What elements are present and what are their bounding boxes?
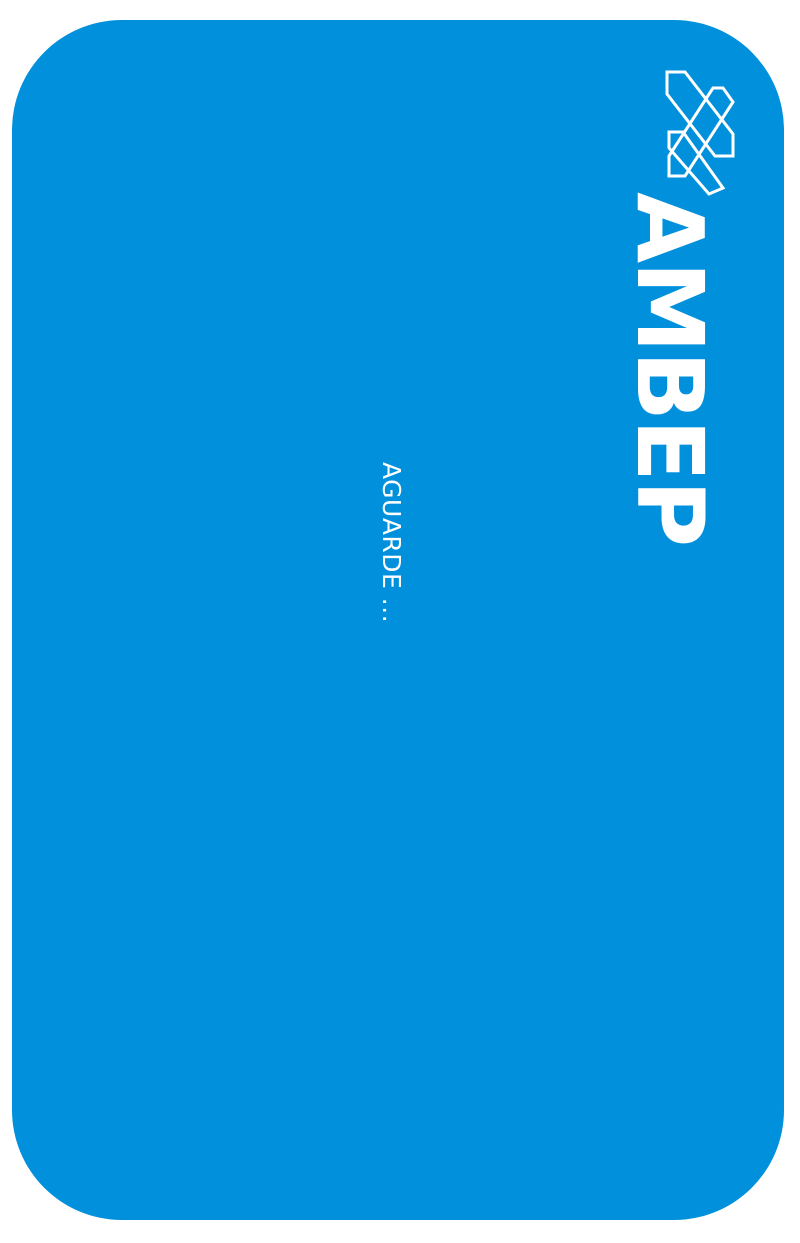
crossed-bands-icon	[665, 70, 735, 196]
loading-message: AGUARDE ...	[377, 462, 406, 624]
loading-card: AMBEP AGUARDE ...	[12, 20, 784, 1220]
brand-wordmark: AMBEP	[616, 192, 723, 546]
